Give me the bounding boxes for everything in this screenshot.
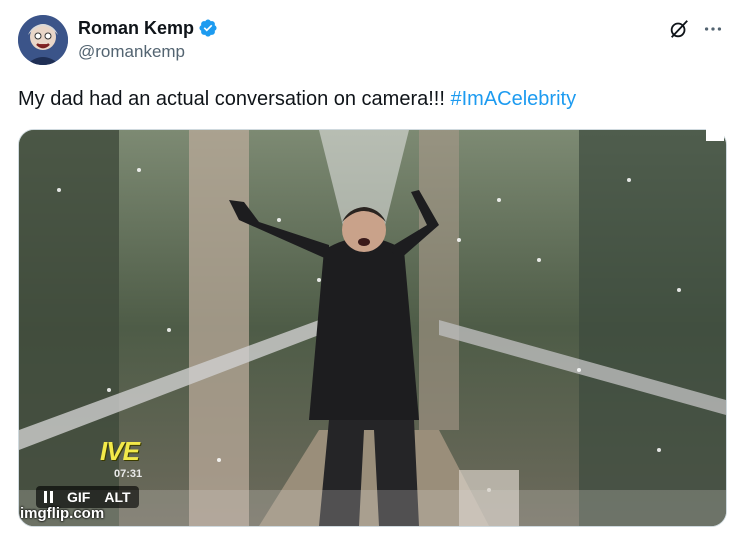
watermark: imgflip.com xyxy=(20,505,105,522)
more-options-icon[interactable] xyxy=(702,18,724,40)
hashtag-link[interactable]: #ImACelebrity xyxy=(450,88,576,110)
display-name[interactable]: Roman Kemp xyxy=(78,17,218,39)
verified-badge-icon xyxy=(199,19,217,37)
live-time: 07:31 xyxy=(114,468,143,480)
alt-button[interactable]: ALT xyxy=(104,489,130,505)
display-name-text[interactable]: Roman Kemp xyxy=(78,17,194,39)
tweet-body: My dad had an actual conversation on cam… xyxy=(18,88,451,110)
media-corner xyxy=(706,129,724,141)
tweet-card: Roman Kemp @romankemp My dad had an actu… xyxy=(0,0,732,542)
tweet-text: My dad had an actual conversation on cam… xyxy=(18,86,576,112)
grok-icon[interactable] xyxy=(668,18,690,40)
avatar[interactable] xyxy=(18,15,68,65)
user-handle[interactable]: @romankemp xyxy=(78,42,185,62)
pause-icon[interactable] xyxy=(44,491,53,503)
gif-badge: GIF xyxy=(67,489,91,505)
live-bug: IVE xyxy=(100,436,140,466)
